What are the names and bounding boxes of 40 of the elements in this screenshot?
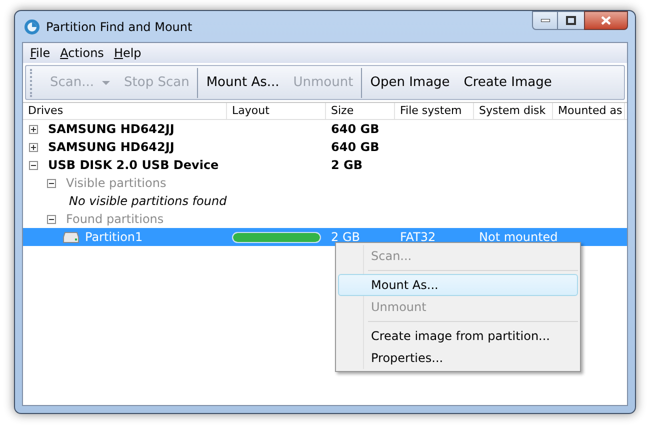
table-cell: Not mounted [479, 230, 558, 244]
drive-name[interactable]: SAMSUNG HD642JJ [48, 120, 174, 138]
context-menu-item[interactable]: Create image from partition... [338, 325, 578, 347]
toolbar-button[interactable]: Create Image [458, 72, 558, 92]
close-button[interactable] [584, 11, 628, 30]
column-header[interactable]: Size [326, 103, 395, 119]
minimize-icon [540, 19, 550, 22]
close-icon [601, 16, 611, 25]
context-menu-item[interactable]: Properties... [338, 347, 578, 369]
drive-icon [63, 232, 79, 242]
table-cell: 2 GB [331, 230, 360, 244]
expand-icon[interactable] [29, 142, 38, 152]
empty-message: No visible partitions found [69, 194, 227, 208]
window-title: Partition Find and Mount [46, 18, 192, 36]
minimize-button[interactable] [532, 11, 558, 30]
table-cell: FAT32 [400, 230, 436, 244]
menu-item[interactable]: File [27, 44, 54, 62]
drive-name[interactable]: USB DISK 2.0 USB Device [48, 156, 219, 174]
app-logo-icon [24, 18, 40, 34]
column-header[interactable]: Drives [23, 103, 227, 119]
column-header[interactable]: System disk [474, 103, 553, 119]
menu-item[interactable]: Actions [57, 44, 107, 62]
table-cell: 2 GB [331, 158, 363, 172]
table-cell: 640 GB [331, 140, 380, 154]
expand-icon[interactable] [29, 124, 38, 134]
table-cell: 640 GB [331, 122, 380, 136]
column-header[interactable]: Layout [227, 103, 326, 119]
collapse-icon[interactable] [47, 214, 56, 224]
toolbar-button[interactable]: Open Image [364, 72, 456, 92]
context-menu-item[interactable]: Mount As... [338, 274, 578, 296]
column-header[interactable]: Mounted as [553, 103, 625, 119]
maximize-button[interactable] [558, 11, 584, 30]
dropdown-caret-icon [102, 80, 110, 84]
column-header[interactable]: File system [395, 103, 474, 119]
drive-name[interactable]: SAMSUNG HD642JJ [48, 138, 174, 156]
collapse-icon[interactable] [47, 178, 56, 188]
menu-item[interactable]: Help [110, 44, 144, 62]
collapse-icon[interactable] [29, 160, 38, 170]
maximize-icon [566, 16, 576, 25]
toolbar-button[interactable]: Mount As... [200, 72, 286, 92]
